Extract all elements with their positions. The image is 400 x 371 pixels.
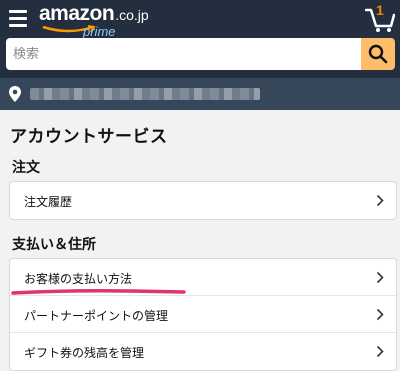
payments-card: お客様の支払い方法 パートナーポイントの管理 ギフト券の残高を管理 [9,258,397,371]
menu-item-label: ギフト券の残高を管理 [24,346,145,360]
logo-prime: prime [83,24,116,39]
search-bar [0,38,400,78]
chevron-right-icon [376,271,384,284]
logo-tld: .co.jp [115,7,149,23]
amazon-prime-logo[interactable]: amazon.co.jp prime [39,2,149,39]
menu-item-label: 注文履歴 [24,195,73,209]
page-title: アカウントサービス [10,127,168,147]
menu-item-order-history[interactable]: 注文履歴 [10,182,396,219]
redacted-address [30,88,260,100]
hamburger-menu-icon[interactable] [9,10,29,27]
search-button[interactable] [361,38,395,70]
chevron-right-icon [376,194,384,207]
section-heading-orders: 注文 [12,160,40,176]
delivery-address-bar[interactable] [0,78,400,110]
location-pin-icon [9,86,21,102]
orders-card: 注文履歴 [9,181,397,220]
menu-item-label: パートナーポイントの管理 [24,309,169,323]
search-icon [368,44,388,64]
logo-word: amazon [39,2,115,25]
menu-item-gift-card-balance[interactable]: ギフト券の残高を管理 [10,333,396,370]
highlight-underline-annotation [11,289,186,295]
cart-button[interactable]: 1 [364,2,396,33]
chevron-right-icon [376,345,384,358]
menu-item-label: お客様の支払い方法 [24,272,133,286]
section-heading-payments: 支払い＆住所 [12,237,96,253]
search-input[interactable] [6,38,361,70]
menu-item-partner-points[interactable]: パートナーポイントの管理 [10,296,396,333]
cart-count-badge: 1 [376,2,384,18]
top-navigation-bar: amazon.co.jp prime 1 [0,0,400,39]
chevron-right-icon [376,308,384,321]
